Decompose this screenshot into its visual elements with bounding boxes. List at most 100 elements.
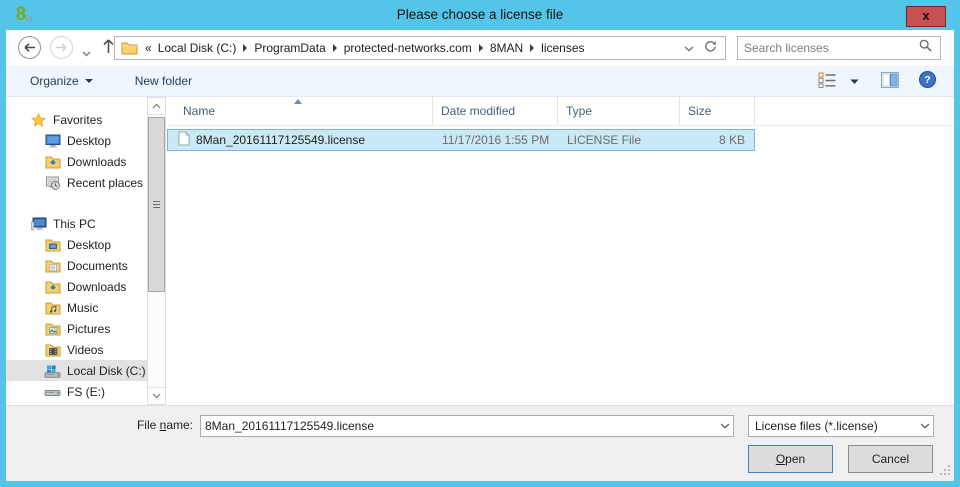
search-box [737,36,941,60]
column-header-name[interactable]: Name [166,97,433,125]
file-name-label: File name: [6,415,193,436]
column-headers: Name Date modified Type Size [166,97,954,126]
pictures-folder-icon [44,321,61,337]
search-button[interactable] [919,39,932,57]
column-header-type[interactable]: Type [558,97,680,125]
back-arrow-icon [23,42,36,53]
address-dropdown-button[interactable] [684,41,694,55]
close-button[interactable]: x [906,6,946,27]
chevron-down-icon [152,393,161,399]
refresh-icon [704,40,717,53]
breadcrumb-separator-icon [333,44,337,52]
desktop-folder-icon [44,237,61,253]
chevron-down-icon [684,46,694,52]
organize-menu-button[interactable]: Organize [22,66,101,96]
scrollbar-grip-icon [153,201,160,210]
scroll-up-button[interactable] [148,98,165,115]
column-header-date-modified[interactable]: Date modified [433,97,558,125]
back-button[interactable] [18,36,41,59]
resize-grip-icon [940,464,951,475]
preview-pane-icon [881,72,899,88]
sidebar-group-favorites[interactable]: Favorites [6,109,147,130]
navigation-pane-scrollbar[interactable] [147,97,166,405]
this-pc-icon [30,216,47,232]
svg-text:?: ? [924,74,930,86]
help-icon: ? [919,71,936,88]
sort-ascending-icon [294,99,302,104]
chevron-down-icon [85,79,93,83]
file-name-input[interactable] [201,419,717,433]
breadcrumb-separator-icon [530,44,534,52]
breadcrumb-item[interactable]: 8MAN [487,41,526,55]
help-button[interactable]: ? [919,71,936,91]
local-disk-icon [44,363,61,379]
navigation-row: « Local Disk (C:) ProgramData protected-… [6,30,954,66]
chevron-down-icon [720,423,730,429]
browser-main: Favorites Desktop Downloads [6,97,954,405]
breadcrumb-item[interactable]: Local Disk (C:) [155,41,240,55]
sidebar-item-fs-e[interactable]: FS (E:) [6,381,147,402]
view-options-dropdown[interactable] [850,74,859,88]
file-type-filter-dropdown[interactable]: License files (*.license) [748,415,934,437]
file-name-combobox [200,415,734,437]
cancel-button[interactable]: Cancel [848,445,933,473]
drive-icon [44,384,61,400]
breadcrumb-prefix: « [142,41,155,55]
file-name-dropdown-button[interactable] [717,416,733,436]
file-name: 8Man_20161117125549.license [196,133,365,147]
chevron-up-icon [152,103,161,109]
file-size: 8 KB [681,133,745,147]
sidebar-item-pc-desktop[interactable]: Desktop [6,234,147,255]
command-toolbar: Organize New folder [6,66,954,97]
videos-folder-icon [44,342,61,358]
search-input[interactable] [738,41,919,55]
navigation-pane: Favorites Desktop Downloads [6,97,147,405]
sidebar-item-pc-downloads[interactable]: Downloads [6,276,147,297]
file-type: LICENSE File [559,133,681,147]
file-row-selected[interactable]: 8Man_20161117125549.license 11/17/2016 1… [167,129,755,151]
dialog-title: Please choose a license file [0,0,960,30]
list-view-icon [818,72,838,88]
recent-locations-dropdown[interactable] [82,44,91,62]
music-folder-icon [44,300,61,316]
breadcrumb-separator-icon [479,44,483,52]
change-view-button[interactable] [818,72,838,91]
downloads-folder-icon [44,279,61,295]
column-header-size[interactable]: Size [680,97,755,125]
sidebar-item-pictures[interactable]: Pictures [6,318,147,339]
sidebar-item-local-disk-c[interactable]: Local Disk (C:) [6,360,147,381]
sidebar-spacer [6,193,147,213]
forward-button[interactable] [50,36,73,59]
sidebar-item-downloads[interactable]: Downloads [6,151,147,172]
sidebar-group-this-pc[interactable]: This PC [6,213,147,234]
breadcrumb-item[interactable]: licenses [538,41,587,55]
desktop-icon [44,133,61,149]
sidebar-item-videos[interactable]: Videos [6,339,147,360]
title-bar: 8⚙ Please choose a license file x [0,0,960,30]
sidebar-item-documents[interactable]: Documents [6,255,147,276]
refresh-button[interactable] [704,40,717,56]
filter-selected-value: License files (*.license) [749,419,917,433]
address-bar[interactable]: « Local Disk (C:) ProgramData protected-… [114,36,726,60]
breadcrumb-item[interactable]: ProgramData [251,41,328,55]
recent-places-icon [44,175,61,191]
file-list: Name Date modified Type Size [166,97,954,405]
open-button[interactable]: Open [748,445,833,473]
chevron-down-icon [917,416,933,436]
chevron-down-icon [82,51,91,57]
scrollbar-thumb[interactable] [148,117,165,292]
breadcrumb-item[interactable]: protected-networks.com [341,41,475,55]
folder-icon [121,41,138,55]
license-file-icon [178,131,190,149]
documents-folder-icon [44,258,61,274]
resize-grip[interactable] [940,464,951,478]
open-file-dialog: 8⚙ Please choose a license file x [0,0,960,487]
sidebar-item-desktop[interactable]: Desktop [6,130,147,151]
new-folder-button[interactable]: New folder [127,66,200,96]
forward-arrow-icon [55,42,68,53]
preview-pane-button[interactable] [881,72,899,91]
sidebar-item-music[interactable]: Music [6,297,147,318]
scroll-down-button[interactable] [148,387,165,404]
sidebar-item-recent-places[interactable]: Recent places [6,172,147,193]
file-date-modified: 11/17/2016 1:55 PM [434,133,559,147]
